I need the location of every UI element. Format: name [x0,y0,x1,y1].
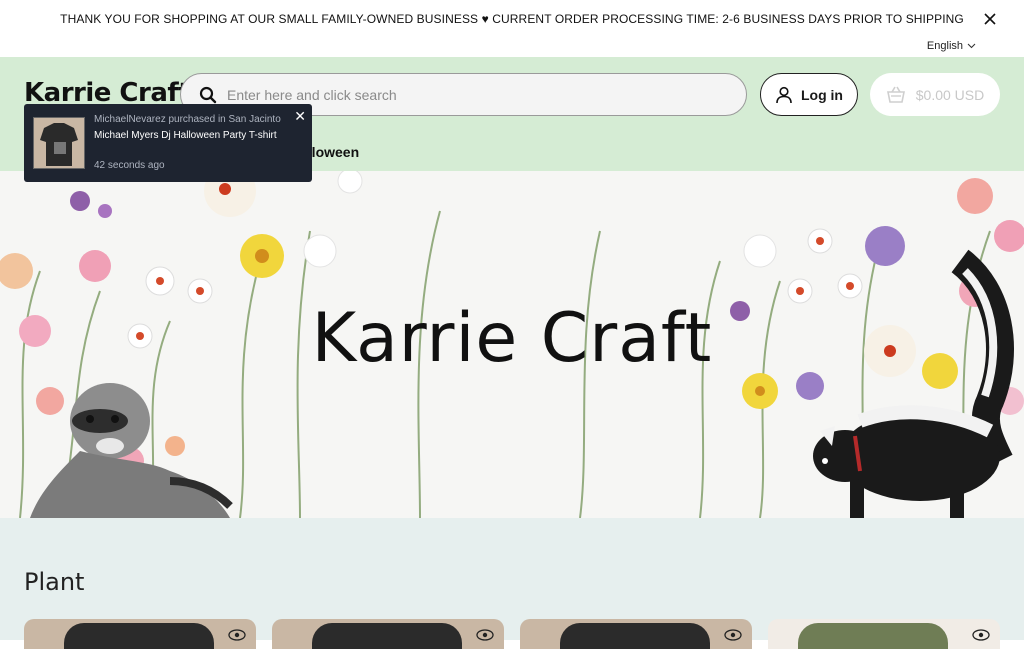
basket-icon [886,86,905,103]
product-thumbnail [33,117,85,169]
eye-icon[interactable] [972,629,990,641]
language-label: English [926,40,963,52]
language-row: English [0,38,1024,57]
product-card[interactable] [520,619,752,649]
chevron-down-icon [967,43,976,49]
login-label: Log in [801,86,843,103]
login-button[interactable]: Log in [760,73,858,116]
product-image [560,623,710,649]
product-image [64,623,214,649]
section-title: Plant [24,568,85,596]
hero-banner: Karrie Craft [0,171,1024,518]
time-ago: 42 seconds ago [94,160,165,171]
eye-icon[interactable] [476,629,494,641]
user-icon [776,86,792,103]
product-image [798,623,948,649]
search-icon[interactable] [199,86,217,104]
eye-icon[interactable] [724,629,742,641]
cart-button[interactable]: $0.00 USD [870,73,1000,116]
product-image [312,623,462,649]
announcement-text: THANK YOU FOR SHOPPING AT OUR SMALL FAMI… [60,12,964,26]
search-input[interactable] [227,86,707,103]
product-section: Plant [0,518,1024,649]
purchaser-text: MichaelNevarez purchased in San Jacinto [94,114,281,125]
product-name[interactable]: Michael Myers Dj Halloween Party T-shirt [94,130,277,141]
cart-total: $0.00 USD [915,86,985,103]
announcement-bar: THANK YOU FOR SHOPPING AT OUR SMALL FAMI… [0,0,1024,38]
product-card[interactable] [272,619,504,649]
hero-title: Karrie Craft [311,299,713,378]
close-icon[interactable]: ✕ [294,108,306,125]
product-card[interactable] [24,619,256,649]
purchase-notification[interactable]: MichaelNevarez purchased in San Jacinto … [24,104,312,182]
language-selector[interactable]: English [927,40,976,52]
close-icon[interactable] [982,11,998,27]
product-card[interactable] [768,619,1000,649]
eye-icon[interactable] [228,629,246,641]
